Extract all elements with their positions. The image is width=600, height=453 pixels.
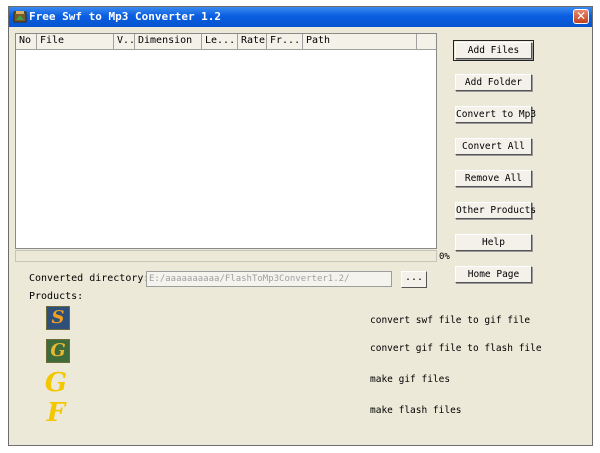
browse-button[interactable]: ...	[401, 271, 427, 288]
app-window: Free Swf to Mp3 Converter 1.2 ✕ No File …	[8, 6, 593, 446]
products-label: Products:	[29, 291, 84, 302]
column-header-frame[interactable]: Fr...	[267, 34, 303, 49]
flash-maker-icon[interactable]: F	[44, 399, 68, 427]
progress-bar	[15, 250, 437, 262]
column-header-dimension[interactable]: Dimension	[135, 34, 202, 49]
add-folder-button[interactable]: Add Folder	[455, 74, 532, 91]
converted-directory-label: Converted directory:	[29, 273, 150, 284]
swf-to-gif-icon[interactable]: S	[46, 306, 70, 330]
column-header-no[interactable]: No	[16, 34, 37, 49]
column-header-filler	[417, 34, 436, 49]
home-page-button[interactable]: Home Page	[455, 266, 532, 283]
close-icon: ✕	[575, 9, 587, 23]
column-header-rate[interactable]: Rate	[238, 34, 267, 49]
product-description[interactable]: make flash files	[370, 405, 462, 416]
list-header: No File V.. Dimension Le... Rate Fr... P…	[16, 34, 436, 50]
convert-all-button[interactable]: Convert All	[455, 138, 532, 155]
other-products-button[interactable]: Other Products	[455, 202, 536, 219]
product-description[interactable]: convert swf file to gif file	[370, 315, 530, 326]
title-bar[interactable]: Free Swf to Mp3 Converter 1.2 ✕	[9, 7, 592, 27]
file-list[interactable]: No File V.. Dimension Le... Rate Fr... P…	[15, 33, 437, 249]
gif-to-flash-icon[interactable]: G	[46, 339, 70, 363]
close-button[interactable]: ✕	[573, 9, 589, 24]
product-description[interactable]: convert gif file to flash file	[370, 343, 542, 354]
column-header-file[interactable]: File	[37, 34, 114, 49]
help-button[interactable]: Help	[455, 234, 532, 251]
converted-directory-field[interactable]: E:/aaaaaaaaaa/FlashToMp3Converter1.2/	[146, 271, 392, 287]
convert-to-mp3-button[interactable]: Convert to Mp3	[455, 106, 536, 123]
column-header-path[interactable]: Path	[303, 34, 417, 49]
remove-all-button[interactable]: Remove All	[455, 170, 532, 187]
product-description[interactable]: make gif files	[370, 374, 450, 385]
progress-percent: 0%	[439, 252, 450, 262]
window-title: Free Swf to Mp3 Converter 1.2	[29, 10, 222, 23]
add-files-button[interactable]: Add Files	[453, 40, 534, 61]
column-header-v[interactable]: V..	[114, 34, 135, 49]
gif-maker-icon[interactable]: G	[44, 369, 68, 397]
column-header-length[interactable]: Le...	[202, 34, 238, 49]
app-icon	[13, 11, 27, 23]
